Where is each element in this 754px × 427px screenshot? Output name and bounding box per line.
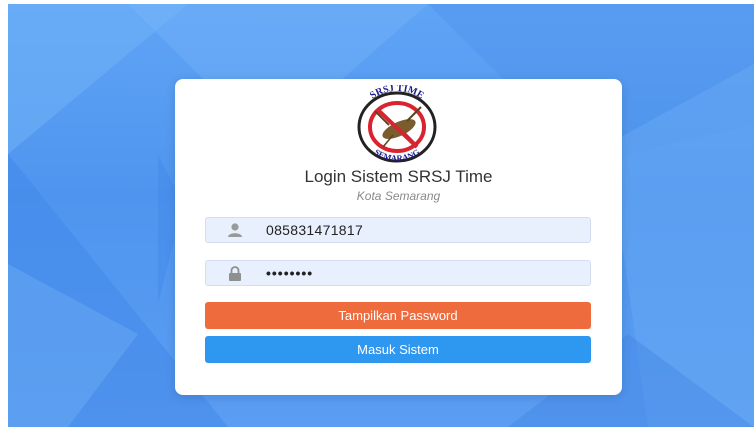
- page-title: Login Sistem SRSJ Time: [304, 167, 493, 186]
- user-icon: [224, 219, 246, 241]
- login-card: SRSJ TIME SEMARANG Login Sistem SRSJ Tim…: [175, 79, 622, 395]
- screen: SRSJ TIME SEMARANG Login Sistem SRSJ Tim…: [0, 0, 754, 427]
- lock-icon: [224, 262, 246, 284]
- login-button[interactable]: Masuk Sistem: [205, 336, 591, 363]
- password-field[interactable]: ••••••••: [205, 260, 591, 286]
- username-value: 085831471817: [266, 222, 364, 238]
- page-subtitle: Kota Semarang: [356, 189, 441, 203]
- password-value: ••••••••: [266, 265, 314, 281]
- username-field[interactable]: 085831471817: [205, 217, 591, 243]
- no-mosquito-icon: SRSJ TIME SEMARANG: [357, 83, 437, 163]
- srsj-logo: SRSJ TIME SEMARANG: [327, 83, 467, 165]
- show-password-button[interactable]: Tampilkan Password: [205, 302, 591, 329]
